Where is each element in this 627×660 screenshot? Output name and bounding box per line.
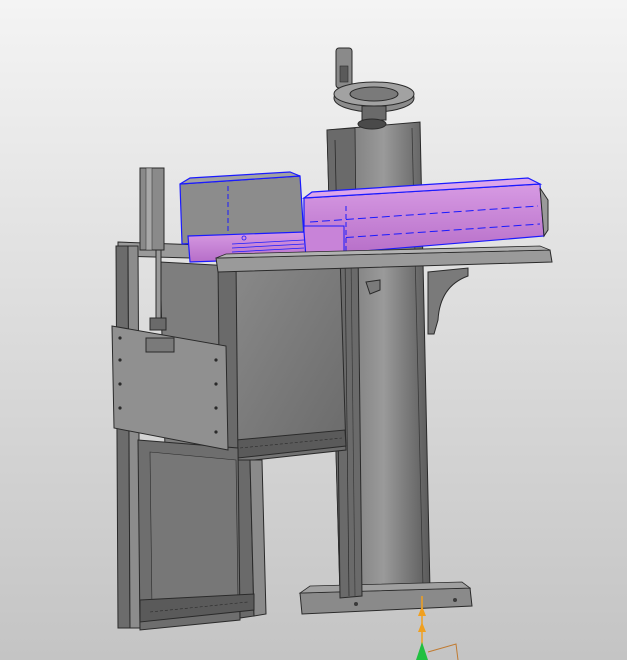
control-box[interactable]	[179, 171, 307, 263]
cad-model-scene[interactable]	[0, 0, 627, 660]
handwheel[interactable]	[333, 47, 415, 130]
laser-module[interactable]	[302, 177, 549, 257]
z-axis-arrow2-icon	[418, 622, 426, 632]
triad-frame-icon	[427, 643, 459, 660]
origin-marker-icon	[416, 642, 428, 660]
cad-3d-viewport[interactable]	[0, 0, 627, 660]
base-plate[interactable]	[298, 581, 473, 615]
